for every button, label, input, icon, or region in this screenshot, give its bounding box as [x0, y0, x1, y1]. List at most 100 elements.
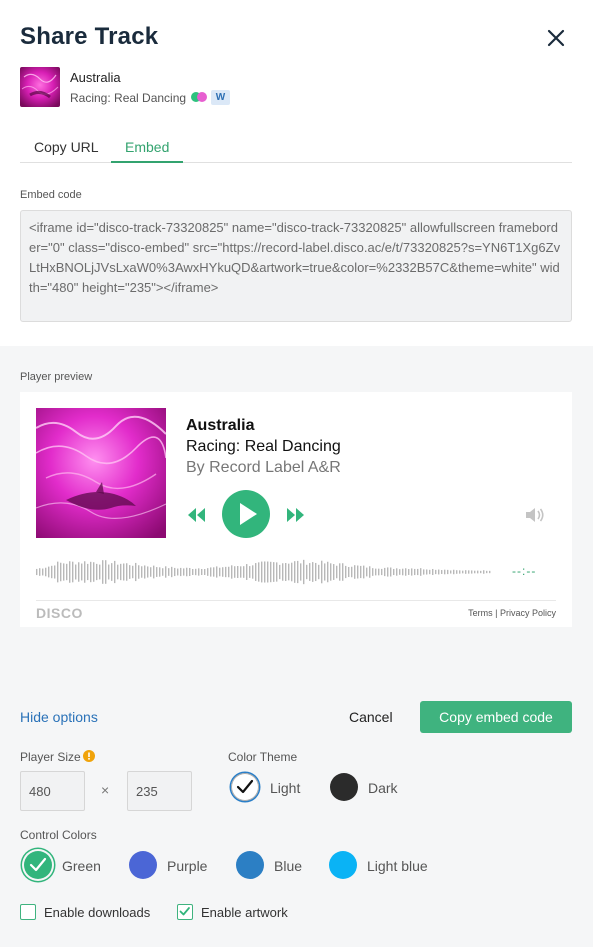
waveform-bar — [429, 569, 431, 575]
theme-light-label[interactable]: Light — [270, 780, 300, 796]
color-green-swatch[interactable] — [24, 851, 52, 879]
waveform-bar — [228, 566, 230, 578]
waveform-bar — [345, 565, 347, 579]
waveform-bar — [285, 562, 287, 582]
waveform-bar — [339, 563, 341, 581]
waveform-bar — [480, 570, 482, 574]
color-theme-label: Color Theme — [228, 750, 298, 764]
waveform-bar — [213, 567, 215, 577]
volume-icon[interactable] — [524, 505, 546, 525]
dialog-top-section: Share Track Australia Racing: Real Danci… — [0, 0, 593, 346]
waveform-bar — [375, 568, 377, 576]
enable-downloads-checkbox[interactable] — [20, 904, 36, 920]
waveform[interactable] — [36, 556, 496, 588]
waveform-bar — [483, 570, 485, 574]
waveform-bar — [180, 567, 182, 577]
waveform-bar — [174, 567, 176, 577]
player-width-input[interactable] — [20, 771, 85, 811]
waveform-bar — [291, 562, 293, 582]
waveform-bar — [474, 570, 476, 574]
waveform-bar — [267, 561, 269, 583]
waveform-bar — [324, 563, 326, 581]
rewind-icon[interactable] — [186, 506, 206, 524]
waveform-bar — [66, 563, 68, 581]
waveform-bar — [183, 568, 185, 576]
enable-artwork-label[interactable]: Enable artwork — [201, 905, 288, 920]
terms-links[interactable]: Terms | Privacy Policy — [468, 608, 556, 618]
waveform-bar — [282, 563, 284, 581]
color-green-label[interactable]: Green — [62, 858, 101, 874]
waveform-bar — [363, 565, 365, 579]
waveform-bar — [255, 563, 257, 581]
waveform-bar — [372, 568, 374, 576]
waveform-bar — [426, 569, 428, 575]
disco-logo: DISCO — [36, 605, 83, 621]
control-colors-label: Control Colors — [20, 828, 97, 842]
track-album: Racing: Real Dancing — [70, 91, 187, 105]
color-light-blue-label[interactable]: Light blue — [367, 858, 428, 874]
embed-code-label: Embed code — [20, 189, 82, 201]
theme-light-swatch[interactable] — [231, 773, 259, 801]
play-icon[interactable] — [222, 490, 270, 538]
waveform-bar — [273, 562, 275, 582]
theme-dark-swatch[interactable] — [330, 773, 358, 801]
waveform-bar — [306, 564, 308, 580]
waveform-bar — [87, 563, 89, 581]
cancel-button[interactable]: Cancel — [349, 709, 393, 725]
enable-downloads-label[interactable]: Enable downloads — [44, 905, 150, 920]
waveform-bar — [225, 566, 227, 578]
waveform-bar — [102, 560, 104, 584]
waveform-bar — [384, 567, 386, 577]
tab-embed[interactable]: Embed — [111, 128, 184, 163]
player-preview: Australia Racing: Real Dancing By Record… — [20, 392, 572, 627]
tab-copy-url[interactable]: Copy URL — [20, 128, 113, 163]
copy-embed-code-button[interactable]: Copy embed code — [420, 701, 572, 733]
waveform-bar — [276, 562, 278, 582]
waveform-bar — [447, 569, 449, 575]
color-purple-label[interactable]: Purple — [167, 858, 207, 874]
waveform-bar — [93, 562, 95, 582]
color-purple-swatch[interactable] — [129, 851, 157, 879]
waveform-bar — [207, 568, 209, 576]
waveform-bar — [288, 563, 290, 581]
color-blue-label[interactable]: Blue — [274, 858, 302, 874]
waveform-bar — [411, 568, 413, 576]
waveform-bar — [78, 562, 80, 582]
waveform-bar — [261, 561, 263, 583]
waveform-bar — [441, 570, 443, 574]
color-light-blue-swatch[interactable] — [329, 851, 357, 879]
waveform-bar — [99, 564, 101, 580]
player-height-input[interactable] — [127, 771, 192, 811]
waveform-bar — [231, 565, 233, 579]
waveform-bar — [378, 568, 380, 576]
info-icon[interactable] — [83, 750, 95, 762]
waveform-bar — [69, 561, 71, 583]
waveform-bar — [84, 561, 86, 583]
waveform-bar — [420, 568, 422, 576]
waveform-bar — [72, 561, 74, 583]
waveform-bar — [240, 566, 242, 578]
theme-dark-label[interactable]: Dark — [368, 780, 398, 796]
waveform-bar — [222, 567, 224, 577]
waveform-bar — [438, 569, 440, 575]
waveform-bar — [57, 561, 59, 583]
waveform-bar — [105, 560, 107, 584]
waveform-bar — [444, 569, 446, 575]
enable-artwork-checkbox[interactable] — [177, 904, 193, 920]
waveform-bar — [417, 568, 419, 576]
checkmark-icon — [179, 907, 190, 916]
embed-code-field[interactable]: <iframe id="disco-track-73320825" name="… — [20, 210, 572, 322]
waveform-bar — [249, 566, 251, 578]
waveform-bar — [168, 568, 170, 576]
close-icon[interactable] — [544, 26, 568, 50]
fast-forward-icon[interactable] — [286, 506, 306, 524]
waveform-bar — [423, 569, 425, 575]
waveform-bar — [138, 565, 140, 579]
waveform-bar — [171, 566, 173, 578]
waveform-bar — [393, 568, 395, 576]
waveform-bar — [177, 568, 179, 576]
waveform-bar — [129, 565, 131, 579]
waveform-bar — [108, 564, 110, 580]
color-blue-swatch[interactable] — [236, 851, 264, 879]
hide-options-link[interactable]: Hide options — [20, 709, 98, 725]
